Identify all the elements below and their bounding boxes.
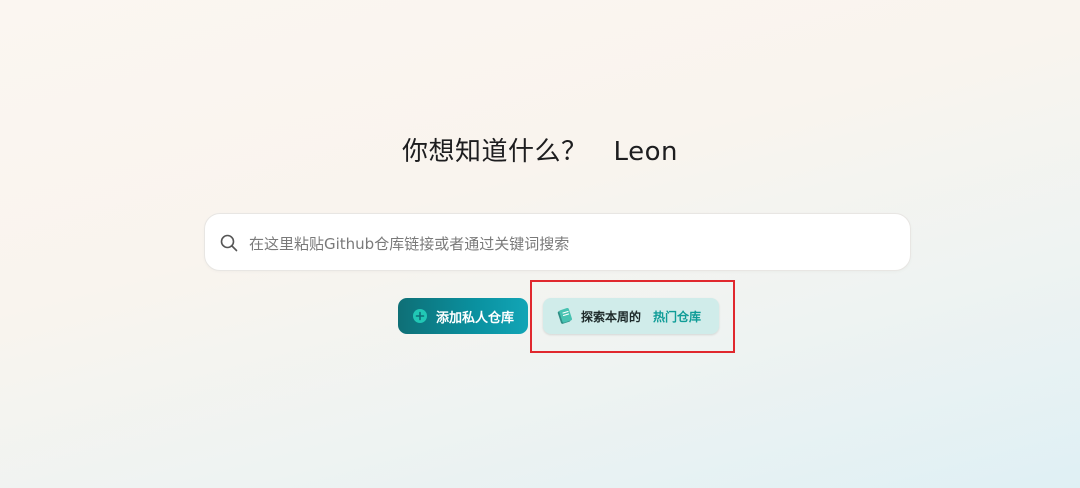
user-name: Leon — [613, 137, 678, 167]
search-input[interactable]: 在这里粘贴Github仓库链接或者通过关键词搜索 — [204, 213, 911, 271]
search-icon — [220, 234, 238, 252]
add-private-repo-label: 添加私人仓库 — [436, 311, 515, 326]
question-text: 你想知道什么？ — [402, 137, 588, 167]
add-private-repo-button[interactable]: 添加私人仓库 — [398, 298, 528, 334]
page-title: 你想知道什么？ Leon — [0, 131, 1080, 168]
explore-label: 探索本周的 — [581, 310, 642, 324]
explore-accent-label: 热门仓库 — [653, 310, 702, 324]
plus-icon — [413, 309, 427, 323]
explore-trending-repos-button[interactable]: 探索本周的 热门仓库 — [543, 298, 719, 334]
book-icon — [556, 307, 574, 325]
search-placeholder: 在这里粘贴Github仓库链接或者通过关键词搜索 — [249, 235, 570, 253]
